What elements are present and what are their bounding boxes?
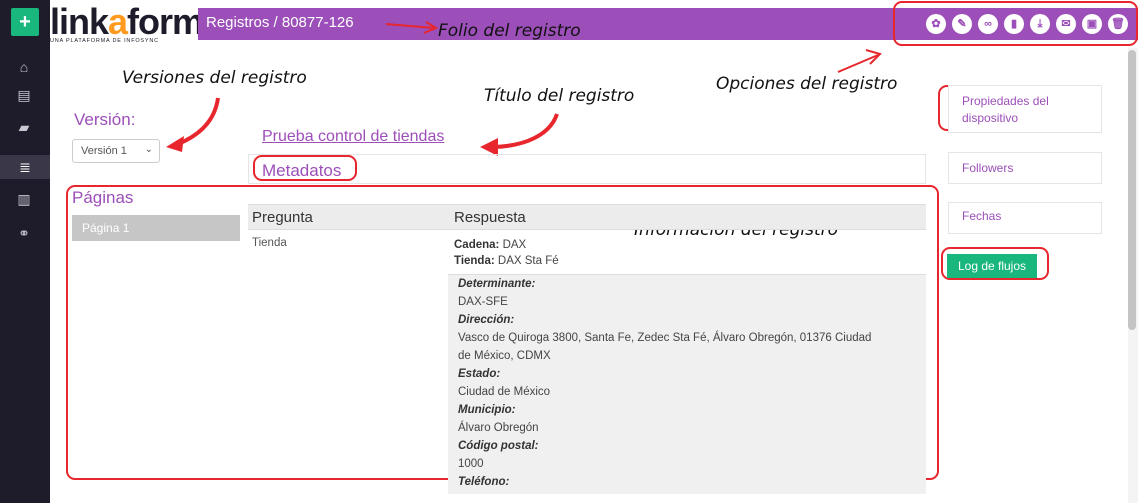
store-detail: Determinante: DAX-SFE Dirección: Vasco d…: [448, 274, 926, 494]
linkaform-logo[interactable]: linkaform UNA PLATAFORMA DE INFOSYNC: [50, 0, 204, 50]
add-button[interactable]: +: [11, 8, 39, 36]
device-properties-panel[interactable]: [948, 85, 1102, 133]
detail-key: Determinante:: [458, 278, 536, 290]
dates-label[interactable]: Fechas: [962, 209, 1001, 223]
version-selected-value: Versión 1: [81, 145, 127, 157]
detail-key: Municipio:: [458, 404, 516, 416]
cadena-key: Cadena:: [454, 239, 500, 251]
annotation-box-opciones: [893, 1, 1138, 46]
question-header: Pregunta: [252, 209, 313, 226]
logo-subtitle: UNA PLATAFORMA DE INFOSYNC: [50, 38, 159, 44]
device-properties-label[interactable]: Propiedades del: [962, 94, 1049, 108]
detail-value: Ciudad de México: [458, 386, 551, 398]
followers-label[interactable]: Followers: [962, 161, 1013, 175]
logo-text-link: link: [50, 1, 109, 42]
metadata-label[interactable]: Metadatos: [262, 161, 341, 181]
pages-label: Páginas: [72, 188, 134, 207]
breadcrumb[interactable]: Registros / 80877-126: [206, 14, 354, 31]
detail-key: Estado:: [458, 368, 501, 380]
annotation-titulo: Título del registro: [484, 86, 635, 106]
device-properties-label-2[interactable]: dispositivo: [962, 111, 1018, 125]
book-icon[interactable]: ▰: [12, 116, 36, 138]
annotation-opciones: Opciones del registro: [716, 74, 898, 94]
answer-header: Respuesta: [454, 209, 526, 226]
scrollbar-thumb[interactable]: [1128, 50, 1136, 330]
row-question: Tienda: [252, 237, 287, 249]
list-icon[interactable]: ≣: [0, 155, 50, 179]
page-item[interactable]: Página 1: [72, 215, 240, 241]
cadena-value: DAX: [502, 239, 527, 251]
chevron-down-icon: ⌄: [144, 144, 153, 155]
detail-key: Dirección:: [458, 314, 515, 326]
left-sidebar: + ⌂ ▤ ▰ ≣ ▥ ⚭: [0, 0, 50, 503]
detail-value: DAX-SFE: [458, 296, 508, 308]
annotation-versiones: Versiones del registro: [122, 68, 307, 88]
detail-value: de México, CDMX: [458, 350, 551, 362]
annotation-folio: Folio del registro: [438, 21, 581, 41]
file-icon[interactable]: ▤: [12, 84, 36, 106]
row-answer: Cadena: DAX Tienda: DAX Sta Fé: [454, 237, 924, 269]
detail-value: 1000: [458, 458, 484, 470]
chart-icon[interactable]: ▥: [12, 188, 36, 210]
record-title[interactable]: Prueba control de tiendas: [262, 128, 444, 146]
home-icon[interactable]: ⌂: [12, 56, 36, 78]
tienda-key: Tienda:: [454, 255, 495, 267]
logo-text-a: a: [108, 1, 128, 42]
detail-value: Vasco de Quiroga 3800, Santa Fe, Zedec S…: [458, 332, 872, 344]
metadata-panel[interactable]: [248, 154, 926, 184]
link-icon[interactable]: ⚭: [12, 222, 36, 244]
page-scrollbar[interactable]: [1128, 48, 1138, 503]
table-header: Pregunta Respuesta: [248, 204, 926, 230]
detail-key: Código postal:: [458, 440, 539, 452]
version-label: Versión:: [74, 110, 136, 129]
record-table: Pregunta Respuesta Tienda Cadena: DAX Ti…: [248, 204, 926, 494]
flow-log-button[interactable]: Log de flujos: [947, 254, 1037, 278]
version-select[interactable]: Versión 1 ⌄: [72, 139, 160, 163]
logo-text-form: form: [127, 1, 204, 42]
detail-value: Álvaro Obregón: [458, 422, 539, 434]
detail-key: Teléfono:: [458, 476, 510, 488]
tienda-value: DAX Sta Fé: [497, 255, 559, 267]
